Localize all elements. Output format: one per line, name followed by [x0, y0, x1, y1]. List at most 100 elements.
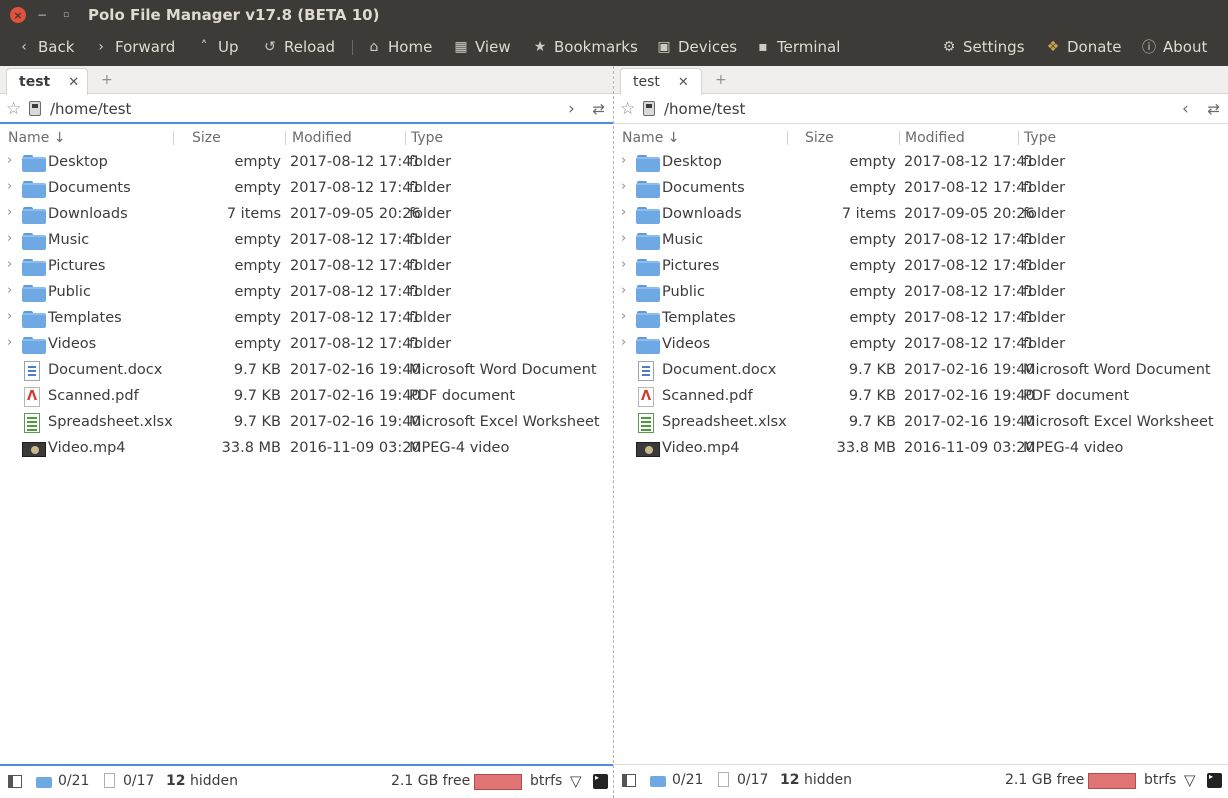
- swap-panes-icon[interactable]: ⇄: [592, 100, 605, 118]
- expand-chevron-icon[interactable]: ›: [621, 257, 631, 272]
- file-row[interactable]: › Templates empty 2017-08-12 17:41 folder: [614, 306, 1228, 332]
- add-tab-icon[interactable]: +: [715, 72, 727, 88]
- expand-chevron-icon[interactable]: ›: [621, 283, 631, 298]
- file-row[interactable]: › Desktop empty 2017-08-12 17:41 folder: [0, 150, 613, 176]
- file-modified: 2017-08-12 17:41: [290, 336, 421, 352]
- minimize-window-button[interactable]: −: [34, 7, 50, 23]
- column-size[interactable]: Size: [805, 130, 834, 146]
- back-button[interactable]: ‹ Back: [16, 37, 74, 57]
- forward-button[interactable]: › Forward: [93, 37, 175, 57]
- hidden-count[interactable]: 12: [166, 773, 185, 789]
- expand-chevron-icon[interactable]: ›: [621, 309, 631, 324]
- file-row[interactable]: Spreadsheet.xlsx 9.7 KB 2017-02-16 19:40 Mi…: [0, 410, 613, 436]
- close-window-button[interactable]: ×: [10, 7, 26, 23]
- expand-chevron-icon[interactable]: ›: [621, 205, 631, 220]
- expand-chevron-icon[interactable]: ›: [7, 257, 17, 272]
- column-divider[interactable]: [787, 131, 788, 145]
- column-divider[interactable]: [173, 131, 174, 145]
- file-row[interactable]: › Documents empty 2017-08-12 17:41 folder: [614, 176, 1228, 202]
- expand-chevron-icon[interactable]: ›: [621, 231, 631, 246]
- path-input[interactable]: /home/test: [50, 100, 131, 118]
- expand-chevron-icon[interactable]: ›: [7, 309, 17, 324]
- hidden-label[interactable]: hidden: [804, 772, 852, 788]
- bookmarks-button[interactable]: ★ Bookmarks: [532, 37, 638, 57]
- path-input[interactable]: /home/test: [664, 100, 745, 118]
- chevron-right-icon[interactable]: ›: [568, 99, 575, 119]
- devices-button[interactable]: ▣ Devices: [656, 37, 737, 57]
- file-size: empty: [234, 232, 281, 248]
- filter-icon[interactable]: ▽: [570, 772, 582, 790]
- hidden-label[interactable]: hidden: [190, 773, 238, 789]
- reload-button[interactable]: ↺ Reload: [262, 37, 335, 57]
- expand-chevron-icon[interactable]: ›: [7, 335, 17, 350]
- about-button[interactable]: ⓘ About: [1141, 37, 1207, 57]
- terminal-icon[interactable]: ▸: [593, 774, 608, 789]
- column-type[interactable]: Type: [1024, 130, 1056, 146]
- swap-panes-icon[interactable]: ⇄: [1207, 100, 1220, 118]
- expand-chevron-icon[interactable]: ›: [7, 283, 17, 298]
- hidden-count[interactable]: 12: [780, 772, 799, 788]
- file-row[interactable]: › Documents empty 2017-08-12 17:41 folder: [0, 176, 613, 202]
- expand-chevron-icon[interactable]: ›: [621, 179, 631, 194]
- drive-icon[interactable]: [643, 101, 655, 116]
- column-divider[interactable]: [899, 131, 900, 145]
- expand-chevron-icon[interactable]: ›: [7, 179, 17, 194]
- file-row[interactable]: ᐱ Scanned.pdf 9.7 KB 2017-02-16 19:40 PDF do…: [0, 384, 613, 410]
- expand-chevron-icon[interactable]: ›: [7, 205, 17, 220]
- bookmark-star-icon[interactable]: ☆: [6, 100, 24, 118]
- tab-test[interactable]: test ✕: [620, 68, 702, 95]
- file-type: folder: [1023, 180, 1066, 196]
- file-row[interactable]: › Videos empty 2017-08-12 17:41 folder: [0, 332, 613, 358]
- home-button[interactable]: ⌂ Home: [366, 37, 433, 57]
- file-row[interactable]: › Downloads 7 items 2017-09-05 20:26 folder: [614, 202, 1228, 228]
- expand-chevron-icon[interactable]: ›: [7, 153, 17, 168]
- column-modified[interactable]: Modified: [292, 130, 352, 146]
- file-row[interactable]: › Desktop empty 2017-08-12 17:41 folder: [614, 150, 1228, 176]
- file-row[interactable]: Document.docx 9.7 KB 2017-02-16 19:40 Micro…: [0, 358, 613, 384]
- view-button[interactable]: ▦ View: [453, 37, 510, 57]
- maximize-window-button[interactable]: ▫: [58, 7, 74, 23]
- file-row[interactable]: › Public empty 2017-08-12 17:41 folder: [614, 280, 1228, 306]
- expand-chevron-icon[interactable]: ›: [621, 153, 631, 168]
- file-row[interactable]: Document.docx 9.7 KB 2017-02-16 19:40 Micro…: [614, 358, 1228, 384]
- file-row[interactable]: › Pictures empty 2017-08-12 17:41 folder: [0, 254, 613, 280]
- column-divider[interactable]: [285, 131, 286, 145]
- column-size[interactable]: Size: [192, 130, 221, 146]
- filter-icon[interactable]: ▽: [1184, 771, 1196, 789]
- file-row[interactable]: › Public empty 2017-08-12 17:41 folder: [0, 280, 613, 306]
- file-row[interactable]: › Pictures empty 2017-08-12 17:41 folder: [614, 254, 1228, 280]
- up-button[interactable]: ˄ Up: [196, 37, 239, 57]
- file-row[interactable]: Video.mp4 33.8 MB 2016-11-09 03:20 MPEG-4 v…: [0, 436, 613, 462]
- sidebar-toggle-icon[interactable]: [622, 774, 636, 787]
- terminal-button[interactable]: ▪ Terminal: [755, 37, 840, 57]
- add-tab-icon[interactable]: +: [101, 72, 113, 88]
- sidebar-toggle-icon[interactable]: [8, 775, 22, 788]
- column-divider[interactable]: [405, 131, 406, 145]
- bookmark-star-icon[interactable]: ☆: [620, 100, 638, 118]
- file-row[interactable]: › Downloads 7 items 2017-09-05 20:26 folder: [0, 202, 613, 228]
- column-type[interactable]: Type: [411, 130, 443, 146]
- chevron-left-icon[interactable]: ‹: [1182, 99, 1189, 119]
- donate-button[interactable]: ❖ Donate: [1045, 37, 1122, 57]
- file-row[interactable]: › Music empty 2017-08-12 17:41 folder: [614, 228, 1228, 254]
- file-row[interactable]: › Templates empty 2017-08-12 17:41 folder: [0, 306, 613, 332]
- file-row[interactable]: › Music empty 2017-08-12 17:41 folder: [0, 228, 613, 254]
- column-name[interactable]: Name ↓: [8, 130, 65, 146]
- column-divider[interactable]: [1018, 131, 1019, 145]
- column-modified[interactable]: Modified: [905, 130, 965, 146]
- expand-chevron-icon[interactable]: ›: [621, 335, 631, 350]
- file-row[interactable]: Video.mp4 33.8 MB 2016-11-09 03:20 MPEG-4 v…: [614, 436, 1228, 462]
- close-tab-icon[interactable]: ✕: [68, 75, 79, 90]
- file-type: PDF document: [409, 388, 516, 404]
- terminal-icon[interactable]: ▸: [1207, 773, 1222, 788]
- file-row[interactable]: Spreadsheet.xlsx 9.7 KB 2017-02-16 19:40 Mi…: [614, 410, 1228, 436]
- file-row[interactable]: › Videos empty 2017-08-12 17:41 folder: [614, 332, 1228, 358]
- close-tab-icon[interactable]: ✕: [678, 75, 689, 90]
- file-row[interactable]: ᐱ Scanned.pdf 9.7 KB 2017-02-16 19:40 PDF do…: [614, 384, 1228, 410]
- expand-chevron-icon[interactable]: ›: [7, 231, 17, 246]
- right-pane: test ✕ + ☆ /home/test ‹ ⇄ Name ↓ Size Mo…: [614, 66, 1228, 798]
- tab-test[interactable]: test ✕: [6, 68, 88, 95]
- column-name[interactable]: Name ↓: [622, 130, 679, 146]
- settings-button[interactable]: ⚙ Settings: [941, 37, 1025, 57]
- drive-icon[interactable]: [29, 101, 41, 116]
